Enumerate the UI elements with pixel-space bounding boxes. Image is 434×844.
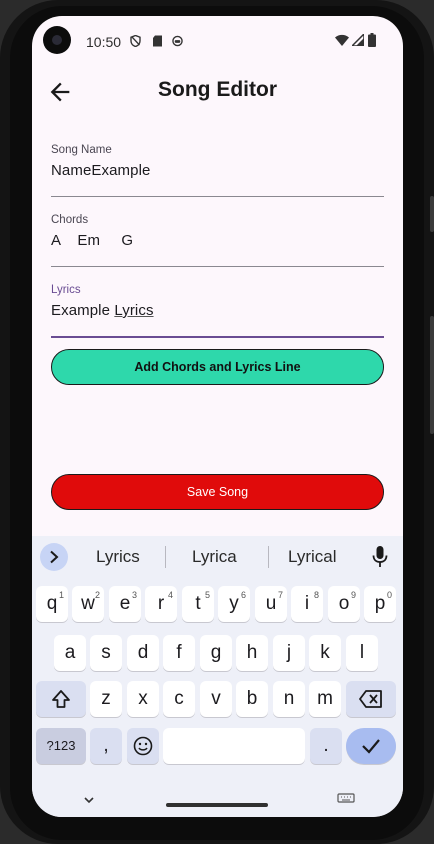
shield-icon	[130, 35, 141, 47]
suggestion-1[interactable]: Lyrics	[96, 547, 140, 567]
key-g[interactable]: g	[200, 635, 232, 671]
key-c[interactable]: c	[163, 681, 195, 717]
key-x[interactable]: x	[127, 681, 159, 717]
enter-key[interactable]	[346, 728, 396, 764]
song-name-label: Song Name	[51, 144, 112, 156]
shift-arrow-icon	[52, 690, 70, 708]
key-j[interactable]: j	[273, 635, 305, 671]
song-name-field[interactable]: Song Name NameExample	[51, 144, 384, 197]
key-o[interactable]: o9	[328, 586, 360, 622]
phone-screen: 10:50 Song Editor Song Name NameExample …	[32, 16, 403, 817]
suggestion-expand-button[interactable]	[40, 543, 68, 571]
power-button	[430, 196, 434, 232]
microphone-icon[interactable]	[372, 546, 388, 568]
emoji-key[interactable]	[127, 728, 159, 764]
emoji-icon	[133, 736, 153, 756]
key-s[interactable]: s	[90, 635, 122, 671]
period-key[interactable]: .	[310, 728, 342, 764]
gesture-handle[interactable]	[166, 803, 268, 807]
hide-keyboard-chevron-down-icon[interactable]	[82, 795, 96, 805]
battery-icon	[368, 33, 376, 47]
key-n[interactable]: n	[273, 681, 305, 717]
navigation-bar	[32, 788, 403, 817]
front-camera	[43, 26, 71, 54]
lyrics-value-composing: Lyrics	[114, 302, 154, 319]
suggestion-2[interactable]: Lyrica	[192, 547, 237, 567]
chords-value: A Em G	[51, 232, 134, 249]
key-z[interactable]: z	[90, 681, 122, 717]
key-a[interactable]: a	[54, 635, 86, 671]
song-name-value: NameExample	[51, 162, 151, 179]
key-m[interactable]: m	[309, 681, 341, 717]
sd-card-icon	[153, 35, 162, 47]
key-f[interactable]: f	[163, 635, 195, 671]
key-l[interactable]: l	[346, 635, 378, 671]
chords-field[interactable]: Chords A Em G	[51, 214, 384, 267]
chevron-right-icon	[50, 550, 59, 564]
lyrics-field[interactable]: Lyrics Example Lyrics	[51, 284, 384, 338]
app-bar: Song Editor	[32, 68, 403, 116]
chords-label: Chords	[51, 214, 89, 226]
soft-keyboard: Lyrics Lyrica Lyrical q1 w2 e3 r4 t5 y6 …	[32, 536, 403, 817]
backspace-icon	[359, 690, 382, 708]
page-title: Song Editor	[158, 78, 277, 101]
suggestion-3[interactable]: Lyrical	[288, 547, 337, 567]
key-k[interactable]: k	[309, 635, 341, 671]
space-key[interactable]	[163, 728, 305, 764]
key-i[interactable]: i8	[291, 586, 323, 622]
key-v[interactable]: v	[200, 681, 232, 717]
lyrics-label: Lyrics	[51, 284, 81, 296]
key-e[interactable]: e3	[109, 586, 141, 622]
backspace-key[interactable]	[346, 681, 396, 717]
cellular-signal-icon	[352, 34, 364, 46]
key-d[interactable]: d	[127, 635, 159, 671]
suggestion-divider	[165, 546, 166, 568]
key-y[interactable]: y6	[218, 586, 250, 622]
suggestion-strip: Lyrics Lyrica Lyrical	[32, 536, 403, 578]
comma-key[interactable]: ,	[90, 728, 122, 764]
key-t[interactable]: t5	[182, 586, 214, 622]
key-p[interactable]: p0	[364, 586, 396, 622]
key-h[interactable]: h	[236, 635, 268, 671]
keyboard-switch-icon[interactable]	[337, 793, 355, 805]
key-q[interactable]: q1	[36, 586, 68, 622]
lyrics-value-prefix: Example	[51, 302, 115, 319]
key-w[interactable]: w2	[72, 586, 104, 622]
shift-key[interactable]	[36, 681, 86, 717]
app-notification-icon	[172, 35, 183, 47]
symbols-key[interactable]: ?123	[36, 728, 86, 764]
save-song-button[interactable]: Save Song	[51, 474, 384, 510]
key-b[interactable]: b	[236, 681, 268, 717]
key-u[interactable]: u7	[255, 586, 287, 622]
status-time: 10:50	[86, 34, 122, 50]
add-chords-lyrics-line-button[interactable]: Add Chords and Lyrics Line	[51, 349, 384, 385]
key-r[interactable]: r4	[145, 586, 177, 622]
status-bar: 10:50	[32, 16, 403, 68]
volume-button	[430, 316, 434, 434]
suggestion-divider	[268, 546, 269, 568]
wifi-icon	[335, 34, 349, 46]
lyrics-value: Example Lyrics	[51, 302, 154, 319]
checkmark-icon	[362, 739, 380, 754]
